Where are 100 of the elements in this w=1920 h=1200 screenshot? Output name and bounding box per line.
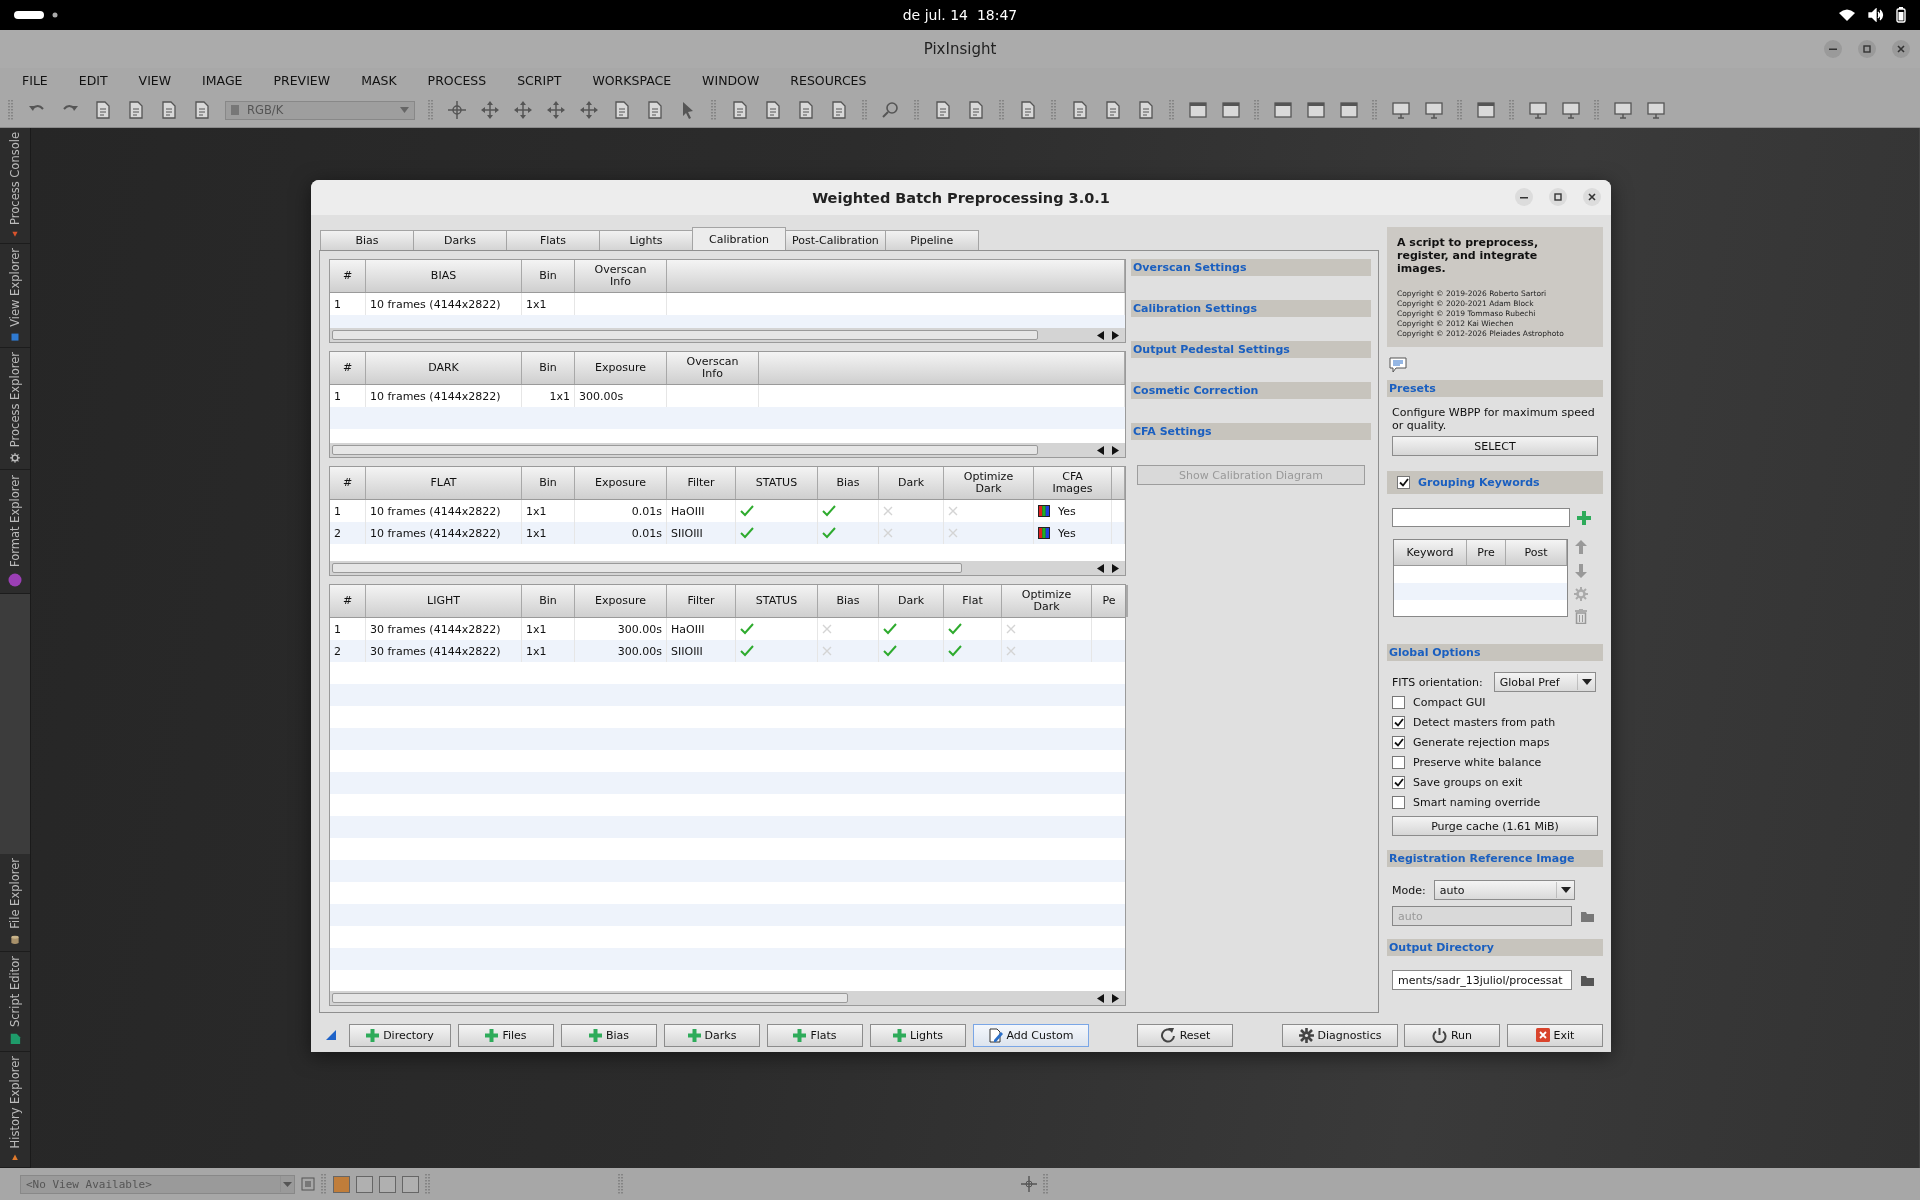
column-header[interactable]: Pre <box>1467 540 1506 565</box>
scrollbar[interactable] <box>330 561 1125 575</box>
checkbox-label[interactable]: Preserve white balance <box>1413 755 1542 769</box>
action-button[interactable]: Files <box>458 1023 554 1047</box>
document-icon[interactable] <box>126 100 146 120</box>
column-header[interactable]: Overscan Info <box>680 356 745 380</box>
toolbar-grip[interactable] <box>914 99 920 121</box>
action-button[interactable]: Darks <box>664 1023 760 1047</box>
swatch-button[interactable] <box>333 1175 350 1193</box>
toolbar-grip[interactable] <box>1169 99 1175 121</box>
column-header[interactable]: Bias <box>836 595 860 607</box>
checkbox[interactable] <box>1392 775 1405 789</box>
action-button[interactable]: Diagnostics <box>1282 1023 1398 1047</box>
right-triangle-icon[interactable] <box>1111 563 1119 573</box>
action-button[interactable]: Exit <box>1507 1023 1603 1047</box>
keyword-field[interactable] <box>1392 508 1570 527</box>
checkbox[interactable] <box>1392 715 1405 729</box>
checkbox-label[interactable]: Detect masters from path <box>1413 715 1556 729</box>
column-header[interactable]: # <box>342 595 353 607</box>
folder-icon[interactable] <box>1581 910 1594 922</box>
checkbox[interactable] <box>1392 795 1405 809</box>
four-arrows-icon[interactable] <box>546 100 566 120</box>
dock-tab[interactable]: View Explorer <box>0 244 30 348</box>
battery-icon[interactable] <box>1896 7 1906 23</box>
workspace-dot-icon[interactable] <box>52 12 58 18</box>
checkbox[interactable] <box>1392 695 1405 709</box>
tab[interactable]: Darks <box>413 230 507 250</box>
checkbox-label[interactable]: Smart naming override <box>1413 795 1541 809</box>
document-icon[interactable] <box>829 100 849 120</box>
close-icon[interactable] <box>1583 188 1601 206</box>
column-header[interactable]: Dark <box>897 477 925 489</box>
monitor-icon[interactable] <box>1528 100 1548 120</box>
document-icon[interactable] <box>612 100 632 120</box>
scrollbar-thumb[interactable] <box>332 445 1038 455</box>
toolbar-grip[interactable] <box>1594 99 1600 121</box>
section-header[interactable]: Output Pedestal Settings <box>1131 341 1371 358</box>
monitor-icon[interactable] <box>1561 100 1581 120</box>
document-icon[interactable] <box>966 100 986 120</box>
folder-icon[interactable] <box>1581 974 1594 986</box>
section-header[interactable]: Overscan Settings <box>1131 259 1371 276</box>
toolbar-grip[interactable] <box>1254 99 1260 121</box>
action-button[interactable]: Run <box>1404 1023 1500 1047</box>
column-header[interactable]: BIAS <box>430 270 457 282</box>
window-icon[interactable] <box>1306 100 1326 120</box>
up-arrow-icon[interactable] <box>1574 539 1588 555</box>
document-icon[interactable] <box>645 100 665 120</box>
document-icon[interactable] <box>763 100 783 120</box>
document-icon[interactable] <box>730 100 750 120</box>
orientation-dropdown[interactable]: Global Pref <box>1493 672 1596 692</box>
purge-cache-button[interactable]: Purge cache (1.61 MiB) <box>1392 816 1598 836</box>
scrollbar[interactable] <box>330 328 1125 342</box>
select-button[interactable]: SELECT <box>1392 436 1598 456</box>
column-header[interactable]: Post <box>1506 540 1567 565</box>
menu-item[interactable]: PROCESS <box>427 73 487 88</box>
checkbox[interactable] <box>1397 476 1410 489</box>
four-arrows-icon[interactable] <box>513 100 533 120</box>
menu-item[interactable]: FILE <box>22 73 48 88</box>
monitor-icon[interactable] <box>1613 100 1633 120</box>
swatch-button[interactable] <box>402 1175 419 1193</box>
checkbox[interactable] <box>1392 735 1405 749</box>
scrollbar[interactable] <box>330 991 1125 1005</box>
left-triangle-icon[interactable] <box>1097 330 1105 340</box>
document-icon[interactable] <box>93 100 113 120</box>
menu-item[interactable]: PREVIEW <box>273 73 331 88</box>
document-icon[interactable] <box>1018 100 1038 120</box>
column-header[interactable]: Pe <box>1102 595 1116 607</box>
toolbar-grip[interactable] <box>862 99 868 121</box>
section-header[interactable]: CFA Settings <box>1131 423 1371 440</box>
right-triangle-icon[interactable] <box>1111 330 1119 340</box>
tab[interactable]: Post-Calibration <box>785 230 886 250</box>
crosshair-icon[interactable] <box>1021 1176 1037 1192</box>
column-header[interactable]: CFA Images <box>1040 471 1105 495</box>
column-header[interactable]: Flat <box>962 595 983 607</box>
magnifier-icon[interactable] <box>881 100 901 120</box>
column-header[interactable]: FLAT <box>430 477 457 489</box>
action-button[interactable]: Lights <box>870 1023 966 1047</box>
output-directory-field[interactable]: ments/sadr_13juliol/processat <box>1392 970 1572 990</box>
document-icon[interactable] <box>796 100 816 120</box>
column-header[interactable]: Bin <box>539 270 557 282</box>
column-header[interactable]: Bin <box>539 362 557 374</box>
wifi-icon[interactable] <box>1838 8 1856 22</box>
dock-tab[interactable]: Process Console <box>0 128 30 244</box>
column-header[interactable]: Optimize Dark <box>956 471 1021 495</box>
right-triangle-icon[interactable] <box>1111 993 1119 1003</box>
scrollbar-thumb[interactable] <box>332 330 1038 340</box>
menu-item[interactable]: WINDOW <box>702 73 760 88</box>
menu-item[interactable]: IMAGE <box>202 73 243 88</box>
toolbar-grip[interactable] <box>425 1173 431 1195</box>
section-header[interactable]: Output Directory <box>1387 939 1603 956</box>
toolbar-grip[interactable] <box>321 1173 327 1195</box>
document-icon[interactable] <box>933 100 953 120</box>
action-button[interactable]: Bias <box>561 1023 657 1047</box>
menu-item[interactable]: RESOURCES <box>790 73 867 88</box>
window-icon[interactable] <box>1188 100 1208 120</box>
document-icon[interactable] <box>1103 100 1123 120</box>
column-header[interactable]: Optimize Dark <box>1014 589 1079 613</box>
checkbox[interactable] <box>1392 755 1405 769</box>
monitor-icon[interactable] <box>1391 100 1411 120</box>
four-arrows-icon[interactable] <box>579 100 599 120</box>
dock-tab[interactable]: Script Editor <box>0 952 30 1052</box>
